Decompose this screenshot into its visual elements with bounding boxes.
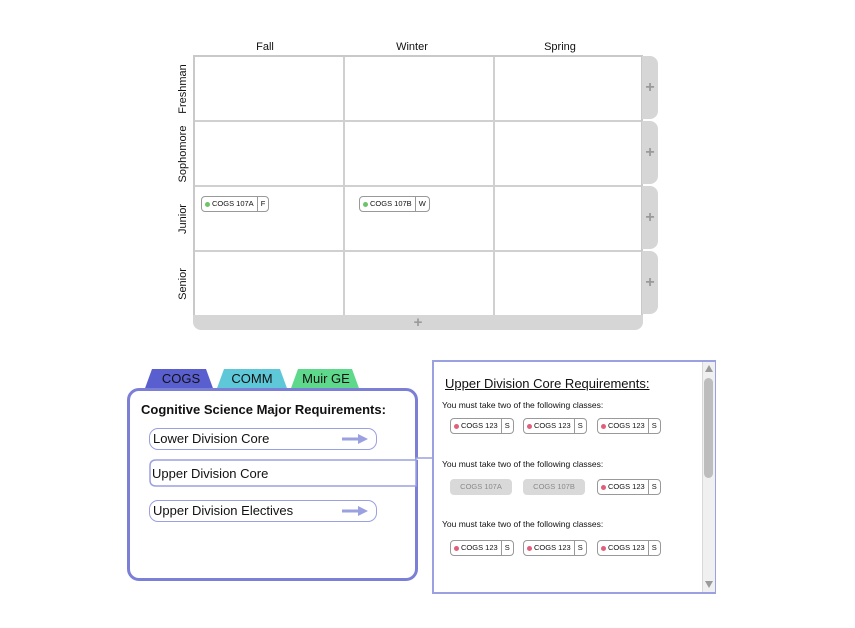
course-chip[interactable]: COGS 123 S (597, 540, 661, 556)
status-dot-icon (454, 424, 459, 429)
cell-sophomore-winter[interactable] (345, 122, 495, 187)
scroll-thumb[interactable] (704, 378, 713, 478)
column-header-fall: Fall (256, 41, 274, 53)
category-upper-division-electives[interactable]: Upper Division Electives (149, 500, 377, 522)
status-dot-icon (454, 546, 459, 551)
cell-junior-spring[interactable] (495, 187, 641, 252)
cell-freshman-spring[interactable] (495, 57, 641, 122)
status-dot-icon (363, 202, 368, 207)
planner-grid (193, 55, 643, 317)
course-chip[interactable]: COGS 123 S (597, 479, 661, 495)
course-chip[interactable]: COGS 123 S (450, 418, 514, 434)
status-dot-icon (527, 424, 532, 429)
group-instruction: You must take two of the following class… (442, 459, 604, 469)
row-header-senior: Senior (177, 267, 189, 300)
row-header-junior: Junior (177, 203, 189, 234)
add-course-senior-button[interactable]: + (642, 251, 658, 314)
column-header-winter: Winter (396, 41, 428, 53)
status-dot-icon (205, 202, 210, 207)
detail-scrollbar[interactable] (702, 362, 715, 592)
cell-sophomore-spring[interactable] (495, 122, 641, 187)
status-dot-icon (601, 485, 606, 490)
cell-senior-winter[interactable] (345, 252, 495, 315)
plus-icon: + (645, 273, 655, 291)
plus-icon: + (645, 143, 655, 161)
course-chip-disabled: COGS 107B (523, 479, 585, 495)
status-dot-icon (601, 424, 606, 429)
column-header-spring: Spring (544, 41, 576, 53)
plus-icon: + (645, 78, 655, 96)
course-chip[interactable]: COGS 123 S (597, 418, 661, 434)
planned-course-chip[interactable]: COGS 107B W (359, 196, 430, 212)
arrow-right-icon (342, 434, 368, 444)
status-dot-icon (527, 546, 532, 551)
status-dot-icon (601, 546, 606, 551)
row-header-sophomore: Sophomore (177, 125, 189, 182)
cell-senior-spring[interactable] (495, 252, 641, 315)
add-course-freshman-button[interactable]: + (642, 56, 658, 119)
group-instruction: You must take two of the following class… (442, 400, 604, 410)
course-chip-disabled: COGS 107A (450, 479, 512, 495)
cell-senior-fall[interactable] (195, 252, 345, 315)
plus-icon: + (645, 208, 655, 226)
arrow-right-icon (342, 506, 368, 516)
row-header-freshman: Freshman (177, 63, 189, 114)
scroll-down-arrow-icon[interactable] (705, 581, 713, 588)
category-lower-division-core[interactable]: Lower Division Core (149, 428, 377, 450)
tab-comm[interactable]: COMM (216, 368, 288, 390)
plus-icon: + (413, 314, 423, 331)
cell-sophomore-fall[interactable] (195, 122, 345, 187)
course-chip[interactable]: COGS 123 S (523, 540, 587, 556)
course-chip[interactable]: COGS 123 S (450, 540, 514, 556)
tab-muir-ge[interactable]: Muir GE (290, 368, 362, 390)
category-upper-division-core[interactable]: Upper Division Core (149, 464, 377, 486)
scroll-up-arrow-icon[interactable] (705, 365, 713, 372)
group-instruction: You must take two of the following class… (442, 519, 604, 529)
cell-freshman-winter[interactable] (345, 57, 495, 122)
tab-cogs[interactable]: COGS (144, 368, 218, 390)
detail-title: Upper Division Core Requirements: (445, 376, 650, 391)
cell-freshman-fall[interactable] (195, 57, 345, 122)
add-course-sophomore-button[interactable]: + (642, 121, 658, 184)
course-chip[interactable]: COGS 123 S (523, 418, 587, 434)
add-year-button[interactable]: + (193, 314, 643, 331)
detail-panel (432, 360, 716, 594)
planned-course-chip[interactable]: COGS 107A F (201, 196, 270, 212)
add-course-junior-button[interactable]: + (642, 186, 658, 249)
requirements-title: Cognitive Science Major Requirements: (141, 402, 386, 417)
